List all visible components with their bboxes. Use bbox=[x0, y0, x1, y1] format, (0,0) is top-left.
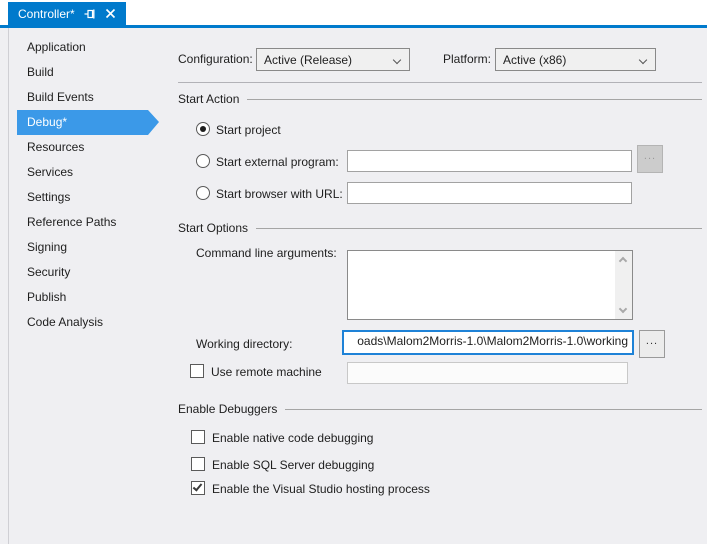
scroll-down-icon[interactable] bbox=[619, 305, 627, 313]
sidebar-item-debug[interactable]: Debug* bbox=[17, 110, 148, 135]
enable-debuggers-title: Enable Debuggers bbox=[178, 402, 277, 416]
tab-controller[interactable]: Controller* bbox=[8, 2, 126, 25]
active-tab-indicator bbox=[0, 25, 707, 28]
pin-icon[interactable] bbox=[84, 8, 96, 20]
enable-sql-server-debugging-label: Enable SQL Server debugging bbox=[212, 458, 374, 472]
close-icon[interactable] bbox=[105, 8, 117, 20]
start-project-radio[interactable] bbox=[196, 122, 210, 136]
scroll-up-icon[interactable] bbox=[619, 257, 627, 265]
sidebar-item-label: Debug* bbox=[27, 115, 67, 129]
sidebar-item-code-analysis[interactable]: Code Analysis bbox=[17, 310, 148, 335]
sidebar-item-reference-paths[interactable]: Reference Paths bbox=[17, 210, 148, 235]
configuration-dropdown[interactable]: Active (Release) bbox=[256, 48, 410, 71]
properties-sidebar: Application Build Build Events Debug* Re… bbox=[17, 35, 148, 335]
scrollbar[interactable] bbox=[615, 251, 632, 319]
chevron-down-icon bbox=[639, 56, 647, 64]
start-action-title: Start Action bbox=[178, 92, 239, 106]
command-line-arguments-input[interactable] bbox=[347, 250, 633, 320]
sidebar-item-build-events[interactable]: Build Events bbox=[17, 85, 148, 110]
project-properties-window: Controller* Application Build Build Even… bbox=[0, 0, 707, 544]
platform-dropdown[interactable]: Active (x86) bbox=[495, 48, 656, 71]
enable-sql-server-debugging-checkbox[interactable] bbox=[191, 457, 205, 471]
remote-machine-input[interactable] bbox=[347, 362, 628, 384]
enable-vs-hosting-process-label: Enable the Visual Studio hosting process bbox=[212, 482, 430, 496]
browser-url-input[interactable] bbox=[347, 182, 632, 204]
configuration-value: Active (Release) bbox=[264, 53, 352, 67]
group-rule bbox=[247, 99, 702, 100]
working-directory-browse-button[interactable]: ... bbox=[639, 330, 665, 358]
start-external-program-label: Start external program: bbox=[216, 155, 339, 169]
external-program-input[interactable] bbox=[347, 150, 632, 172]
start-browser-url-radio[interactable] bbox=[196, 186, 210, 200]
sidebar-item-signing[interactable]: Signing bbox=[17, 235, 148, 260]
start-browser-url-label: Start browser with URL: bbox=[216, 187, 343, 201]
tab-title: Controller* bbox=[18, 7, 75, 21]
platform-value: Active (x86) bbox=[503, 53, 566, 67]
sidebar-item-services[interactable]: Services bbox=[17, 160, 148, 185]
sidebar-item-build[interactable]: Build bbox=[17, 60, 148, 85]
start-options-group-header: Start Options bbox=[178, 221, 702, 235]
sidebar-item-settings[interactable]: Settings bbox=[17, 185, 148, 210]
use-remote-machine-label: Use remote machine bbox=[211, 365, 322, 379]
sidebar-item-publish[interactable]: Publish bbox=[17, 285, 148, 310]
panel-left-border bbox=[8, 28, 9, 544]
working-directory-label: Working directory: bbox=[196, 337, 292, 351]
selection-arrow bbox=[148, 110, 159, 135]
enable-native-code-debugging-checkbox[interactable] bbox=[191, 430, 205, 444]
sidebar-item-security[interactable]: Security bbox=[17, 260, 148, 285]
configuration-label: Configuration: bbox=[178, 52, 253, 66]
start-project-label: Start project bbox=[216, 123, 281, 137]
start-action-group-header: Start Action bbox=[178, 92, 702, 106]
tab-bar: Controller* bbox=[0, 0, 707, 25]
use-remote-machine-checkbox[interactable] bbox=[190, 364, 204, 378]
group-rule bbox=[285, 409, 702, 410]
sidebar-item-resources[interactable]: Resources bbox=[17, 135, 148, 160]
start-options-title: Start Options bbox=[178, 221, 248, 235]
platform-label: Platform: bbox=[443, 52, 491, 66]
group-rule bbox=[256, 228, 702, 229]
external-program-browse-button[interactable]: ... bbox=[637, 145, 663, 173]
enable-native-code-debugging-label: Enable native code debugging bbox=[212, 431, 373, 445]
enable-debuggers-group-header: Enable Debuggers bbox=[178, 402, 702, 416]
check-icon bbox=[193, 481, 203, 491]
working-directory-input[interactable]: oads\Malom2Morris-1.0\Malom2Morris-1.0\w… bbox=[342, 330, 634, 355]
command-line-arguments-label: Command line arguments: bbox=[196, 246, 337, 260]
sidebar-item-application[interactable]: Application bbox=[17, 35, 148, 60]
start-external-program-radio[interactable] bbox=[196, 154, 210, 168]
enable-vs-hosting-process-checkbox[interactable] bbox=[191, 481, 205, 495]
config-separator bbox=[178, 82, 702, 83]
chevron-down-icon bbox=[393, 56, 401, 64]
